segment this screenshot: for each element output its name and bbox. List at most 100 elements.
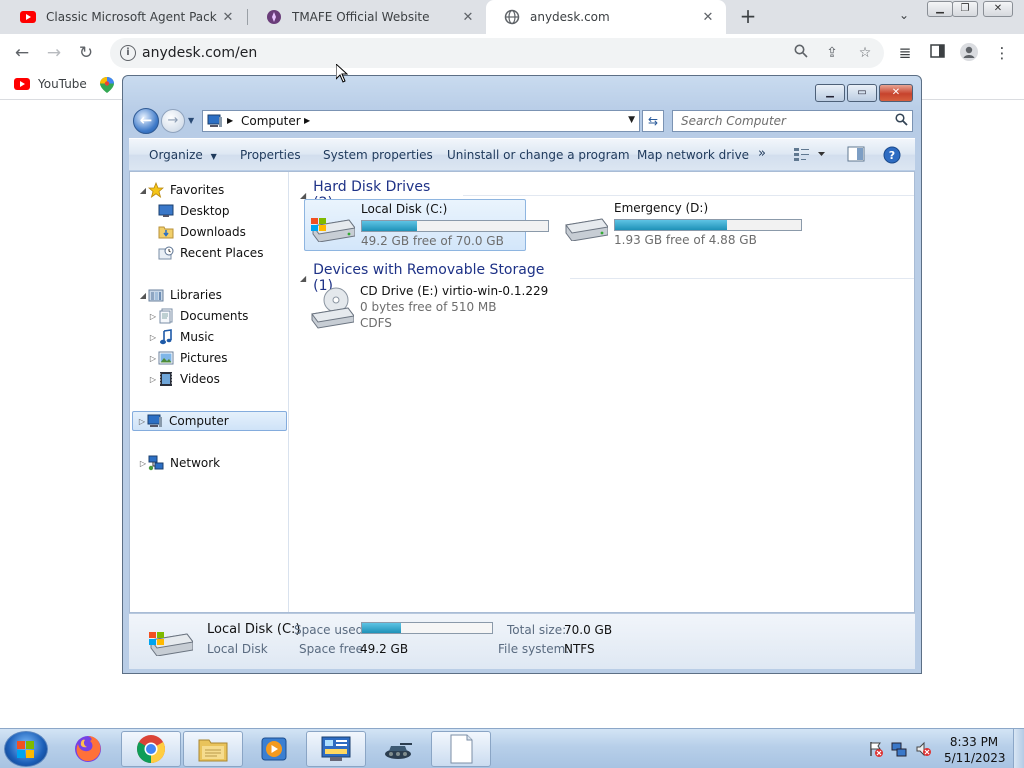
explorer-address-bar[interactable]: ▶ Computer ▶ ▼ (202, 110, 640, 132)
nav-network[interactable]: ▷ Network (138, 453, 220, 473)
share-icon[interactable]: ⇪ (823, 44, 841, 62)
collapsed-triangle-icon[interactable]: ▷ (148, 375, 158, 384)
taskbar-chrome[interactable] (121, 731, 181, 767)
nav-music-label: Music (180, 330, 215, 344)
minimize-button[interactable]: ▁ (927, 1, 953, 17)
drive-cd-e[interactable]: CD Drive (E:) virtio-win-0.1.229 0 bytes… (304, 282, 604, 338)
nav-desktop[interactable]: Desktop (158, 201, 230, 221)
nav-documents[interactable]: ▷ Documents (148, 306, 248, 326)
change-view-icon[interactable] (793, 146, 827, 165)
properties-button[interactable]: Properties (240, 148, 301, 162)
collapsed-triangle-icon[interactable]: ▷ (148, 354, 158, 363)
breadcrumb-separator-icon[interactable]: ▶ (304, 116, 310, 125)
group-divider (570, 277, 914, 279)
organize-button[interactable]: Organize ▼ (149, 148, 217, 162)
browser-tab-tmafe[interactable]: TMAFE Official Website ✕ (248, 0, 486, 34)
explorer-close-button[interactable]: ✕ (879, 84, 913, 102)
expanded-triangle-icon[interactable]: ◢ (138, 291, 148, 300)
tab-search-chevron-icon[interactable]: ⌄ (895, 8, 913, 26)
chevron-down-icon: ▼ (210, 152, 217, 161)
refresh-icon[interactable]: ⇆ (642, 110, 664, 132)
collapsed-triangle-icon[interactable]: ▷ (148, 333, 158, 342)
taskbar-media-player[interactable] (244, 731, 304, 767)
more-commands-button[interactable]: » (758, 146, 766, 161)
action-center-flag-icon[interactable] (868, 741, 884, 757)
downloads-folder-icon (158, 224, 174, 240)
tank-icon (385, 743, 412, 759)
taskbar-firefox[interactable] (58, 731, 118, 767)
explorer-maximize-button[interactable]: ▭ (847, 84, 877, 102)
recent-pages-dropdown-icon[interactable]: ▼ (188, 116, 194, 125)
explorer-minimize-button[interactable]: ▁ (815, 84, 845, 102)
reload-icon[interactable]: ↻ (74, 42, 98, 64)
uninstall-program-button[interactable]: Uninstall or change a program (447, 148, 630, 162)
side-panel-icon[interactable] (927, 43, 947, 63)
map-network-drive-button[interactable]: Map network drive (637, 148, 749, 162)
explorer-search-input[interactable]: Search Computer (672, 110, 913, 132)
nav-music[interactable]: ▷ Music (148, 327, 214, 347)
breadcrumb-separator-icon[interactable]: ▶ (227, 116, 233, 125)
nav-downloads[interactable]: Downloads (158, 222, 246, 242)
tab-title: anydesk.com (530, 10, 610, 24)
help-icon[interactable]: ? (883, 146, 901, 167)
browser-tab-anydesk[interactable]: anydesk.com ✕ (486, 0, 726, 34)
drive-local-disk-c[interactable]: Local Disk (C:) 49.2 GB free of 70.0 GB (304, 199, 549, 251)
browser-tab-agent-pack[interactable]: Classic Microsoft Agent Pack (49 ✕ (2, 0, 246, 34)
network-tray-icon[interactable] (891, 741, 907, 757)
nav-libraries[interactable]: ◢ Libraries (138, 285, 222, 305)
forward-arrow-icon[interactable]: → (42, 42, 66, 64)
drive-file-system: CDFS (360, 316, 392, 330)
show-desktop-button[interactable] (1013, 729, 1024, 768)
bookmark-youtube[interactable]: YouTube (14, 77, 87, 91)
profile-avatar-icon[interactable] (959, 43, 979, 63)
preview-pane-icon[interactable] (847, 146, 865, 165)
address-url[interactable]: anydesk.com/en (142, 45, 257, 61)
restore-button[interactable]: ❐ (952, 1, 978, 17)
drive-usage-bar (614, 219, 802, 231)
close-tab-icon[interactable]: ✕ (220, 10, 236, 25)
explorer-forward-button[interactable]: → (161, 109, 185, 133)
nav-pictures[interactable]: ▷ Pictures (148, 348, 228, 368)
drive-emergency-d[interactable]: Emergency (D:) 1.93 GB free of 4.88 GB (558, 199, 818, 251)
taskbar-explorer[interactable] (183, 731, 243, 767)
nav-computer[interactable]: ▷ Computer (132, 411, 287, 431)
space-used-label: Space used: (294, 623, 368, 637)
taskbar-notepad[interactable] (431, 731, 491, 767)
collapsed-triangle-icon[interactable]: ▷ (138, 459, 148, 468)
menu-kebab-icon[interactable]: ⋮ (992, 43, 1012, 63)
collapsed-triangle-icon[interactable]: ▷ (148, 312, 158, 321)
nav-recent-places[interactable]: Recent Places (158, 243, 263, 263)
details-drive-name: Local Disk (C:) (207, 622, 301, 637)
search-placeholder: Search Computer (681, 114, 786, 128)
search-icon[interactable] (895, 113, 908, 130)
drive-free-space: 0 bytes free of 510 MB (360, 300, 497, 314)
bookmark-maps[interactable] (100, 77, 114, 93)
start-button[interactable] (4, 731, 48, 767)
volume-muted-icon[interactable] (915, 741, 931, 757)
address-bar[interactable]: i anydesk.com/en ⇪ ☆ (110, 38, 884, 68)
collapsed-triangle-icon[interactable]: ▷ (137, 417, 147, 426)
taskbar-tank-app[interactable] (368, 731, 428, 767)
close-tab-icon[interactable]: ✕ (460, 10, 476, 25)
nav-favorites[interactable]: ◢ Favorites (138, 180, 224, 200)
close-tab-icon[interactable]: ✕ (700, 10, 716, 25)
breadcrumb-computer[interactable]: Computer (241, 114, 301, 128)
back-arrow-icon[interactable]: ← (10, 42, 34, 64)
address-dropdown-icon[interactable]: ▼ (628, 115, 635, 125)
system-properties-button[interactable]: System properties (323, 148, 433, 162)
control-panel-icon (321, 736, 351, 761)
close-button[interactable]: ✕ (983, 1, 1013, 17)
nav-videos[interactable]: ▷ Videos (148, 369, 220, 389)
search-icon[interactable] (792, 44, 810, 62)
cd-drive-icon (308, 286, 355, 333)
expanded-triangle-icon[interactable]: ◢ (138, 186, 148, 195)
taskbar-control-panel[interactable] (306, 731, 366, 767)
nav-network-label: Network (170, 456, 221, 470)
explorer-back-button[interactable]: ← (133, 108, 159, 134)
site-info-icon[interactable]: i (120, 45, 136, 61)
media-queue-icon[interactable]: ≣ (895, 43, 915, 63)
bookmark-star-icon[interactable]: ☆ (856, 44, 874, 62)
youtube-icon (14, 78, 30, 90)
new-tab-button[interactable]: + (737, 4, 759, 28)
taskbar-clock[interactable]: 8:33 PM 5/11/2023 (944, 734, 1006, 766)
